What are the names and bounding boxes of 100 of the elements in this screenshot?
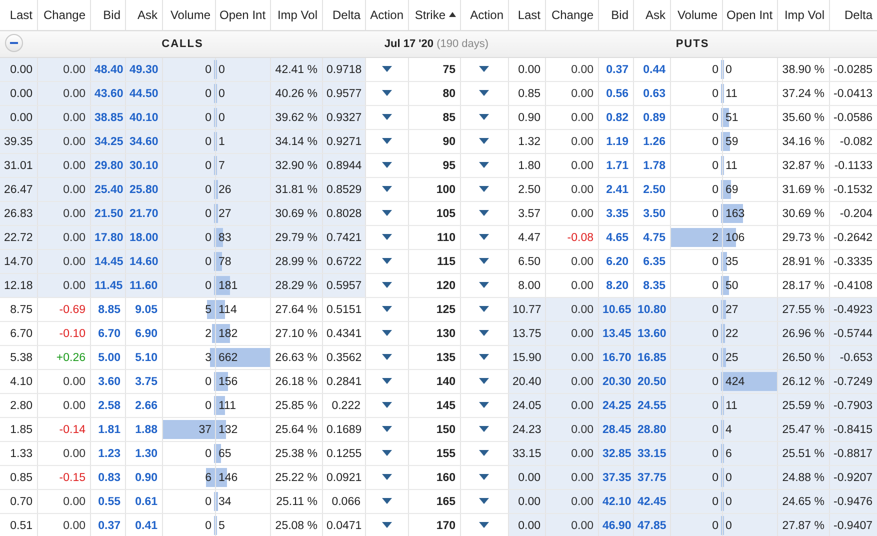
caret-icon[interactable] xyxy=(479,330,489,336)
table-cell: 33.15 xyxy=(633,442,670,466)
strike-price: 115 xyxy=(408,250,460,274)
table-cell: -0.082 xyxy=(829,130,877,154)
caret-icon[interactable] xyxy=(479,378,489,384)
table-cell: 0.56 xyxy=(598,82,633,106)
days-to-expiry: (190 days) xyxy=(436,38,489,50)
caret-icon[interactable] xyxy=(382,282,392,288)
caret-icon[interactable] xyxy=(479,162,489,168)
table-cell: 0.00 xyxy=(37,274,90,298)
table-cell: 0.4341 xyxy=(322,322,365,346)
strike-price: 105 xyxy=(408,202,460,226)
table-cell: 25.38 % xyxy=(270,442,322,466)
table-cell: 0.00 xyxy=(545,298,598,322)
caret-icon[interactable] xyxy=(479,354,489,360)
table-cell: 0.00 xyxy=(508,490,545,514)
caret-icon[interactable] xyxy=(382,306,392,312)
caret-icon[interactable] xyxy=(479,498,489,504)
caret-icon[interactable] xyxy=(382,210,392,216)
volume-value: 0 xyxy=(711,304,720,316)
table-cell: 16.70 xyxy=(598,346,633,370)
table-cell: 27.87 % xyxy=(777,514,829,536)
caret-icon[interactable] xyxy=(479,474,489,480)
table-cell: 0.9327 xyxy=(322,106,365,130)
table-cell: -0.8817 xyxy=(829,442,877,466)
caret-icon[interactable] xyxy=(479,234,489,240)
table-cell: 5.00 xyxy=(90,346,125,370)
caret-icon[interactable] xyxy=(382,354,392,360)
table-cell: 0.222 xyxy=(322,394,365,418)
table-cell: 25.22 % xyxy=(270,466,322,490)
table-cell: -0.69 xyxy=(37,298,90,322)
caret-icon[interactable] xyxy=(479,66,489,72)
table-cell: 26.12 % xyxy=(777,370,829,394)
caret-icon[interactable] xyxy=(382,378,392,384)
caret-icon[interactable] xyxy=(479,258,489,264)
caret-icon[interactable] xyxy=(479,138,489,144)
table-cell: 1.30 xyxy=(125,442,162,466)
table-cell: 37.35 xyxy=(598,466,633,490)
caret-icon[interactable] xyxy=(479,522,489,528)
caret-icon[interactable] xyxy=(382,162,392,168)
table-cell: 26.96 % xyxy=(777,322,829,346)
open-interest-value: 1 xyxy=(218,136,226,148)
table-cell: 46.90 xyxy=(598,514,633,536)
volume-value: 0 xyxy=(204,64,212,76)
table-cell: 0.00 xyxy=(545,322,598,346)
open-interest-value: 78 xyxy=(218,256,232,268)
open-interest-value: 0 xyxy=(724,64,733,76)
caret-icon[interactable] xyxy=(382,258,392,264)
calls-heading: CALLS xyxy=(162,38,204,50)
caret-icon[interactable] xyxy=(479,450,489,456)
caret-icon[interactable] xyxy=(382,330,392,336)
table-cell: 24.05 xyxy=(508,394,545,418)
table-cell: 30.69 % xyxy=(777,202,829,226)
strike-price: 130 xyxy=(408,322,460,346)
table-cell: 2.50 xyxy=(633,178,670,202)
collapse-button[interactable] xyxy=(5,34,23,52)
caret-icon[interactable] xyxy=(479,186,489,192)
sort-ascending-icon xyxy=(448,12,456,17)
caret-icon[interactable] xyxy=(382,138,392,144)
volume-value: 0 xyxy=(204,232,212,244)
table-cell: -0.15 xyxy=(37,466,90,490)
strike-price: 110 xyxy=(408,226,460,250)
table-cell: 0.00 xyxy=(37,514,90,536)
caret-icon[interactable] xyxy=(382,498,392,504)
open-interest-value: 0 xyxy=(724,520,733,532)
volume-value: 0 xyxy=(711,328,720,340)
caret-icon[interactable] xyxy=(382,234,392,240)
strike-price: 85 xyxy=(408,106,460,130)
caret-icon[interactable] xyxy=(479,306,489,312)
caret-icon[interactable] xyxy=(382,450,392,456)
table-cell: 29.79 % xyxy=(270,226,322,250)
caret-icon[interactable] xyxy=(479,426,489,432)
caret-icon[interactable] xyxy=(382,402,392,408)
table-cell: 0.2841 xyxy=(322,370,365,394)
caret-icon[interactable] xyxy=(479,90,489,96)
caret-icon[interactable] xyxy=(479,402,489,408)
caret-icon[interactable] xyxy=(382,114,392,120)
volume-value: 0 xyxy=(204,376,212,388)
volume-value: 0 xyxy=(711,64,720,76)
table-cell: 1.19 xyxy=(598,130,633,154)
caret-icon[interactable] xyxy=(382,90,392,96)
volume-value: 0 xyxy=(204,112,212,124)
table-cell: -0.0285 xyxy=(829,58,877,82)
strike-price: 140 xyxy=(408,370,460,394)
caret-icon[interactable] xyxy=(382,66,392,72)
table-cell: 0.00 xyxy=(545,346,598,370)
caret-icon[interactable] xyxy=(382,186,392,192)
caret-icon[interactable] xyxy=(479,114,489,120)
table-cell: -0.4923 xyxy=(829,298,877,322)
caret-icon[interactable] xyxy=(479,282,489,288)
caret-icon[interactable] xyxy=(382,426,392,432)
table-cell: -0.3335 xyxy=(829,250,877,274)
caret-icon[interactable] xyxy=(382,474,392,480)
table-cell: 31.81 % xyxy=(270,178,322,202)
table-cell: 1.88 xyxy=(125,418,162,442)
volume-value: 2 xyxy=(204,328,212,340)
caret-icon[interactable] xyxy=(382,522,392,528)
table-cell: 24.55 xyxy=(633,394,670,418)
caret-icon[interactable] xyxy=(479,210,489,216)
table-cell: 0.8028 xyxy=(322,202,365,226)
